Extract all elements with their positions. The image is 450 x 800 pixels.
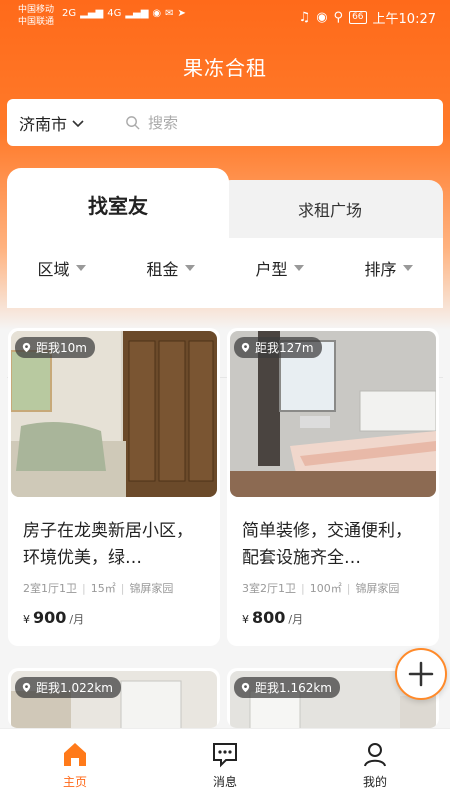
meta-separator: | xyxy=(346,581,351,595)
carrier-1: 中国移动 xyxy=(18,5,55,15)
currency-symbol: ¥ xyxy=(242,613,249,626)
listing-meta: 2室1厅1卫 | 15㎡ | 锦屏家园 xyxy=(23,580,173,596)
search-bar: 济南市 搜索 xyxy=(7,99,443,146)
filter-bar: 区域 租金 户型 排序 xyxy=(7,238,443,378)
distance-label: 距我127m xyxy=(255,341,314,355)
headphones-icon: ♫ xyxy=(298,10,311,25)
location-pin-icon xyxy=(22,682,31,693)
listing-community: 锦屏家园 xyxy=(129,582,174,595)
price-value: 900 xyxy=(33,608,67,627)
signal-bars-icon-2: ▂▄▆ xyxy=(125,8,149,19)
message-icon xyxy=(213,743,237,768)
filter-area-label: 区域 xyxy=(37,260,70,279)
listing-card[interactable]: 距我10m 房子在龙奥新居小区，环境优美，绿… 2室1厅1卫 | 15㎡ | 锦… xyxy=(8,328,220,646)
listing-photo: 距我127m xyxy=(230,331,436,497)
carrier-labels: 中国移动 中国联通 xyxy=(18,4,54,28)
city-selector[interactable]: 济南市 xyxy=(19,111,85,135)
listing-price: ¥ 900 /月 xyxy=(23,608,84,627)
nav-home-label: 主页 xyxy=(62,775,87,789)
distance-badge: 距我1.022km xyxy=(15,677,121,698)
listing-area: 100㎡ xyxy=(309,582,342,595)
search-placeholder: 搜索 xyxy=(148,114,179,132)
distance-label: 距我1.162km xyxy=(255,681,332,695)
add-listing-button[interactable] xyxy=(395,648,447,700)
listing-area: 15㎡ xyxy=(90,582,116,595)
currency-symbol: ¥ xyxy=(23,613,30,626)
filter-area[interactable]: 区域 xyxy=(37,256,86,280)
caret-down-icon xyxy=(75,265,86,271)
listing-layout: 2室1厅1卫 xyxy=(23,582,77,595)
app-notification-icon: ◉ xyxy=(152,8,162,19)
listing-card[interactable]: 距我127m 简单装修，交通便利，配套设施齐全… 3室2厅1卫 | 100㎡ |… xyxy=(227,328,439,646)
status-time: 上午10:27 xyxy=(372,12,436,27)
listing-title: 房子在龙奥新居小区，环境优美，绿… xyxy=(23,521,193,568)
app-title: 果冻合租 xyxy=(183,56,267,80)
price-unit: /月 xyxy=(69,613,85,626)
signal-2g-label: 2G xyxy=(62,8,77,19)
listing-layout: 3室2厅1卫 xyxy=(242,582,296,595)
tab-find-roommate[interactable]: 找室友 xyxy=(7,168,229,240)
nav-messages-label: 消息 xyxy=(212,775,237,789)
nav-messages[interactable]: 消息 xyxy=(150,729,300,800)
nav-mine-label: 我的 xyxy=(362,775,387,789)
distance-label: 距我10m xyxy=(36,341,87,355)
listing-meta: 3室2厅1卫 | 100㎡ | 锦屏家园 xyxy=(242,580,399,596)
battery-icon: 66 xyxy=(349,11,367,24)
price-value: 800 xyxy=(252,608,286,627)
listing-panel: 求租广场 找室友 区域 租金 户型 排序 xyxy=(7,168,443,378)
listing-photo: 距我1.022km xyxy=(11,671,217,728)
listing-photo: 距我10m xyxy=(11,331,217,497)
listing-card[interactable]: 距我1.022km xyxy=(8,668,220,728)
distance-label: 距我1.022km xyxy=(36,681,113,695)
user-icon xyxy=(364,743,386,767)
distance-badge: 距我1.162km xyxy=(234,677,340,698)
filter-layout-label: 户型 xyxy=(255,260,288,279)
meta-separator: | xyxy=(82,581,86,595)
signal-bars-icon: ▂▄▆ xyxy=(80,8,104,19)
city-label: 济南市 xyxy=(19,114,68,134)
search-input[interactable]: 搜索 xyxy=(125,112,178,133)
search-icon xyxy=(126,116,140,130)
location-pin-icon xyxy=(241,682,250,693)
listing-community: 锦屏家园 xyxy=(355,582,400,595)
listing-title: 简单装修，交通便利，配套设施齐全… xyxy=(242,521,412,568)
signal-4g-label: 4G xyxy=(107,8,122,19)
carrier-2: 中国联通 xyxy=(18,17,55,27)
tab-rent-square[interactable]: 求租广场 xyxy=(217,180,443,238)
plus-icon xyxy=(408,661,434,687)
location-pin-icon xyxy=(241,342,250,353)
caret-down-icon xyxy=(184,265,195,271)
caret-down-icon xyxy=(402,265,413,271)
filter-layout[interactable]: 户型 xyxy=(255,256,304,280)
caret-down-icon xyxy=(293,265,304,271)
status-bar: 中国移动 中国联通 2G ▂▄▆ 4G ▂▄▆ ◉ ✉ ➤ ♫ ◉ ⚲ 66 上… xyxy=(0,0,450,34)
eye-icon: ◉ xyxy=(316,10,328,25)
filter-rent-label: 租金 xyxy=(146,260,179,279)
meta-separator: | xyxy=(301,581,305,595)
listing-price: ¥ 800 /月 xyxy=(242,608,303,627)
filter-sort[interactable]: 排序 xyxy=(364,256,413,280)
bottom-nav: 主页 消息 我的 xyxy=(0,728,450,800)
signal-icons: 2G ▂▄▆ 4G ▂▄▆ ◉ ✉ ➤ xyxy=(62,8,186,19)
send-notification-icon: ➤ xyxy=(177,8,186,19)
chevron-down-icon xyxy=(72,119,84,127)
location-pin-icon xyxy=(22,342,31,353)
nav-mine[interactable]: 我的 xyxy=(300,729,450,800)
nav-home[interactable]: 主页 xyxy=(0,729,150,800)
message-notification-icon: ✉ xyxy=(165,8,174,19)
price-unit: /月 xyxy=(288,613,304,626)
home-icon xyxy=(64,743,86,766)
status-right: ♫ ◉ ⚲ 66 上午10:27 xyxy=(299,8,436,27)
distance-badge: 距我10m xyxy=(15,337,95,358)
meta-separator: | xyxy=(120,581,125,595)
filter-sort-label: 排序 xyxy=(364,260,397,279)
distance-badge: 距我127m xyxy=(234,337,322,358)
filter-rent[interactable]: 租金 xyxy=(146,256,195,280)
location-icon: ⚲ xyxy=(333,10,344,25)
